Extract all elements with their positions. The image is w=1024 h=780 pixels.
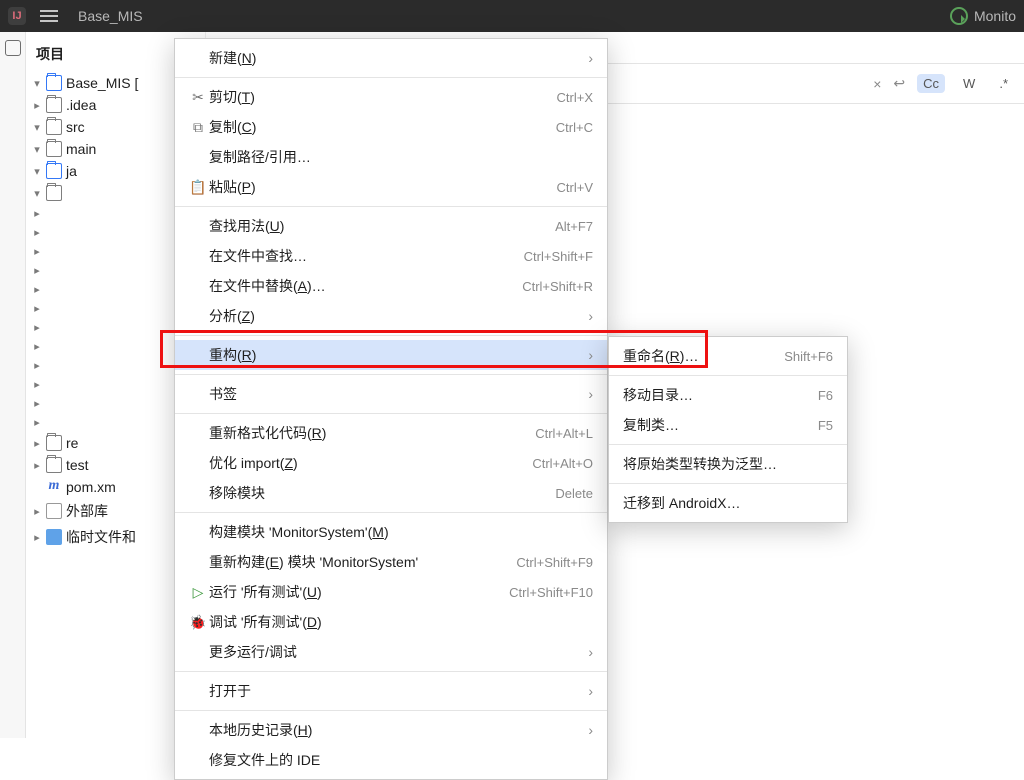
folder-icon bbox=[46, 119, 62, 135]
sub-move-dir[interactable]: 移动目录…F6 bbox=[609, 380, 847, 410]
sub-copy-class[interactable]: 复制类…F5 bbox=[609, 410, 847, 440]
folder-icon bbox=[46, 457, 62, 473]
cut-icon: ✂ bbox=[187, 89, 209, 106]
ctx-find-usages[interactable]: 查找用法(U)Alt+F7 bbox=[175, 211, 607, 241]
ctx-repair-ide[interactable]: 修复文件上的 IDE bbox=[175, 745, 607, 775]
tool-gutter bbox=[0, 32, 26, 738]
ctx-analyze[interactable]: 分析(Z)› bbox=[175, 301, 607, 331]
folder-icon bbox=[46, 185, 62, 201]
match-case-toggle[interactable]: Cc bbox=[917, 74, 945, 93]
ctx-new[interactable]: 新建(N)› bbox=[175, 43, 607, 73]
hamburger-icon[interactable] bbox=[40, 10, 58, 22]
run-config-name[interactable]: Monito bbox=[974, 8, 1016, 24]
folder-icon bbox=[46, 97, 62, 113]
titlebar-tab[interactable]: Base_MIS bbox=[78, 8, 143, 24]
folder-icon bbox=[46, 163, 62, 179]
ctx-bookmarks[interactable]: 书签› bbox=[175, 379, 607, 409]
scratch-icon bbox=[46, 529, 62, 545]
folder-icon bbox=[46, 141, 62, 157]
module-icon bbox=[46, 75, 62, 91]
paste-icon: 📋 bbox=[187, 179, 209, 196]
refactor-submenu: 重命名(R)…Shift+F6 移动目录…F6 复制类…F5 将原始类型转换为泛… bbox=[608, 336, 848, 523]
ctx-local-history[interactable]: 本地历史记录(H)› bbox=[175, 715, 607, 745]
titlebar: IJ Base_MIS Monito bbox=[0, 0, 1024, 32]
run-loop-icon[interactable] bbox=[950, 7, 968, 25]
ctx-optimize-imports[interactable]: 优化 import(Z)Ctrl+Alt+O bbox=[175, 448, 607, 478]
ctx-find-in-files[interactable]: 在文件中查找…Ctrl+Shift+F bbox=[175, 241, 607, 271]
sub-rename[interactable]: 重命名(R)…Shift+F6 bbox=[609, 341, 847, 371]
ctx-build-module[interactable]: 构建模块 'MonitorSystem'(M) bbox=[175, 517, 607, 547]
ctx-paste[interactable]: 📋粘贴(P)Ctrl+V bbox=[175, 172, 607, 202]
regex-toggle[interactable]: .* bbox=[993, 74, 1014, 93]
ctx-debug[interactable]: 🐞调试 '所有测试'(D) bbox=[175, 607, 607, 637]
ctx-copy-path[interactable]: 复制路径/引用… bbox=[175, 142, 607, 172]
ctx-more-run[interactable]: 更多运行/调试› bbox=[175, 637, 607, 667]
prev-match-icon[interactable]: ↩ bbox=[893, 75, 905, 92]
debug-icon: 🐞 bbox=[187, 614, 209, 631]
sub-migrate-androidx[interactable]: 迁移到 AndroidX… bbox=[609, 488, 847, 518]
context-menu: 新建(N)› ✂剪切(T)Ctrl+X ⧉复制(C)Ctrl+C 复制路径/引用… bbox=[174, 38, 608, 780]
ctx-remove-module[interactable]: 移除模块Delete bbox=[175, 478, 607, 508]
clear-search-icon[interactable]: × bbox=[873, 76, 881, 92]
ctx-open-in[interactable]: 打开于› bbox=[175, 676, 607, 706]
words-toggle[interactable]: W bbox=[957, 74, 981, 93]
maven-icon: m bbox=[46, 479, 62, 495]
library-icon bbox=[46, 503, 62, 519]
ctx-replace-in-files[interactable]: 在文件中替换(A)…Ctrl+Shift+R bbox=[175, 271, 607, 301]
run-icon: ▷ bbox=[187, 584, 209, 601]
folder-icon bbox=[46, 435, 62, 451]
ctx-run[interactable]: ▷运行 '所有测试'(U)Ctrl+Shift+F10 bbox=[175, 577, 607, 607]
ctx-cut[interactable]: ✂剪切(T)Ctrl+X bbox=[175, 82, 607, 112]
ctx-reformat[interactable]: 重新格式化代码(R)Ctrl+Alt+L bbox=[175, 418, 607, 448]
sub-raw-to-generic[interactable]: 将原始类型转换为泛型… bbox=[609, 449, 847, 479]
project-tool-icon[interactable] bbox=[5, 40, 21, 56]
copy-icon: ⧉ bbox=[187, 119, 209, 136]
ctx-rebuild-module[interactable]: 重新构建(E) 模块 'MonitorSystem'Ctrl+Shift+F9 bbox=[175, 547, 607, 577]
app-icon: IJ bbox=[8, 7, 26, 25]
ctx-copy[interactable]: ⧉复制(C)Ctrl+C bbox=[175, 112, 607, 142]
ctx-refactor[interactable]: 重构(R)› bbox=[175, 340, 607, 370]
